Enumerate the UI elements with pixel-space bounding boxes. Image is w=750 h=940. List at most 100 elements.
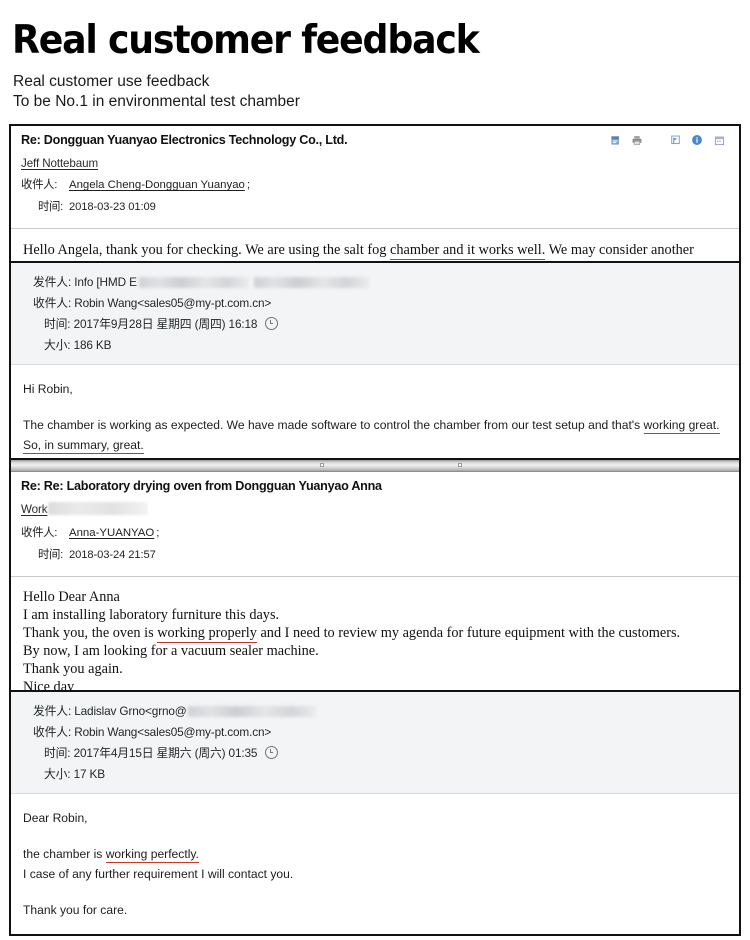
email-size-value: 186 KB (73, 338, 112, 352)
subtitle-line-1: Real customer use feedback (13, 73, 210, 90)
body-line: By now, I am looking for a vacuum sealer… (23, 642, 727, 660)
body-text: By now, I am looking for a vacuum sealer… (23, 643, 319, 659)
splitter-grip-dot (321, 464, 323, 466)
body-line: Thank you, the oven is working properly … (23, 624, 727, 643)
body-text: Thank you for care. (23, 903, 128, 917)
redacted-sender (48, 502, 149, 516)
clock-icon (265, 746, 279, 759)
email-from-label: 发件人: (33, 275, 72, 289)
email-to-semicolon: ; (156, 527, 160, 539)
email-to-value[interactable]: Anna-YUANYAO (69, 527, 154, 539)
page-title: Real customer feedback (12, 18, 480, 63)
subtitle-line-2: To be No.1 in environmental test chamber (13, 93, 300, 110)
redacted-sender (187, 706, 316, 718)
email-to-label: 收件人: (21, 179, 58, 191)
body-highlight: working great. (643, 418, 720, 434)
email-from-value[interactable]: Work (21, 503, 48, 516)
email-time-value: 2018-03-24 21:57 (69, 549, 156, 561)
email-to-row: 收件人: Robin Wang<sales05@my-pt.com.cn> (11, 293, 739, 314)
email-from-row: Work (21, 500, 729, 518)
email-time-label: 时间: (44, 317, 71, 331)
body-text: the chamber is (23, 847, 106, 861)
email-time-row: 时间: 2017年4月15日 星期六 (周六) 01:35 (11, 743, 739, 764)
info-icon[interactable] (686, 133, 708, 147)
email-to-label: 收件人: (33, 725, 72, 739)
body-line: Hi Robin, (23, 379, 727, 399)
email-size-label: 大小: (44, 767, 71, 781)
body-highlight: chamber and it works well. (390, 242, 546, 260)
body-blank-line (23, 828, 727, 844)
splitter-grip-dot (459, 464, 461, 466)
email-to-value: Robin Wang<sales05@my-pt.com.cn> (74, 725, 272, 739)
email-time-label: 时间: (37, 201, 63, 213)
body-line: the chamber is working perfectly. (23, 844, 727, 864)
body-line: Hello Dear Anna (23, 588, 727, 606)
body-highlight: working properly (157, 625, 257, 643)
email-from-value: Ladislav Grno<grno@ (74, 704, 187, 718)
email-time-value: 2018-03-23 01:09 (69, 201, 156, 213)
email-to-label: 收件人: (21, 527, 58, 539)
body-text: Hi Robin, (23, 382, 73, 396)
body-line: I am installing laboratory furniture thi… (23, 606, 727, 624)
email-to-row: 收件人: Angela Cheng-Dongguan Yuanyao; (21, 176, 729, 192)
body-highlight: working perfectly. (105, 847, 199, 863)
email-to-label: 收件人: (33, 296, 72, 310)
email-time-value: 2017年4月15日 星期六 (周六) 01:35 (73, 746, 258, 760)
email-time-row: 时间: 2018-03-23 01:09 (21, 198, 729, 214)
clock-icon (265, 317, 279, 330)
window-splitter-bar[interactable] (11, 460, 739, 472)
email-from-label: 发件人: (33, 704, 72, 718)
email-header-2: 发件人: Info [HMD E 收件人: Robin Wang<sales05… (11, 263, 739, 365)
email-from-row: Jeff Nottebaum (21, 154, 729, 176)
redacted-sender-part-a (138, 277, 249, 289)
body-text: Hello Angela, thank you for checking. We… (23, 242, 391, 258)
email-toolbar-icons (604, 133, 730, 147)
email-to-row: 收件人: Robin Wang<sales05@my-pt.com.cn> (11, 722, 739, 743)
email-card-4: 发件人: Ladislav Grno<grno@ 收件人: Robin Wang… (9, 690, 741, 936)
body-line: Thank you for care. (23, 900, 727, 920)
email-body-4: Dear Robin, the chamber is working perfe… (11, 794, 739, 934)
body-text: Dear Robin, (23, 811, 88, 825)
body-line: The chamber is working as expected. We h… (23, 415, 727, 435)
body-blank-line (23, 399, 727, 415)
email-time-value: 2017年9月28日 星期四 (周四) 16:18 (73, 317, 258, 331)
body-line: I case of any further requirement I will… (23, 864, 727, 884)
body-text: Thank you, the oven is (23, 625, 158, 641)
body-text: Hello Dear Anna (23, 589, 120, 605)
attachment-icon[interactable] (604, 133, 626, 147)
body-text: and I need to review my agenda for futur… (256, 625, 681, 641)
flag-icon[interactable] (664, 133, 686, 147)
email-to-value[interactable]: Angela Cheng-Dongguan Yuanyao (69, 179, 245, 191)
body-blank-line (23, 884, 727, 900)
email-header-1: Re: Dongguan Yuanyao Electronics Technol… (11, 126, 739, 229)
email-size-label: 大小: (44, 338, 71, 352)
body-highlight: So, in summary, great. (23, 438, 144, 454)
body-line: Dear Robin, (23, 808, 727, 828)
email-subject: Re: Re: Laboratory drying oven from Dong… (21, 479, 382, 493)
body-text: Thank you again. (23, 661, 123, 677)
email-header-4: 发件人: Ladislav Grno<grno@ 收件人: Robin Wang… (11, 692, 739, 794)
email-time-row: 时间: 2017年9月28日 星期四 (周四) 16:18 (11, 314, 739, 335)
email-to-value-wrap: Anna-YUANYAO; (69, 527, 159, 539)
email-header-3: Re: Re: Laboratory drying oven from Dong… (11, 472, 739, 577)
email-size-row: 大小: 186 KB (11, 335, 739, 356)
calendar-icon[interactable] (708, 133, 730, 147)
email-to-semicolon: ; (246, 179, 251, 191)
redacted-sender-part-b (253, 277, 369, 289)
email-to-value: Robin Wang<sales05@my-pt.com.cn> (74, 296, 272, 310)
email-time-label: 时间: (37, 549, 63, 561)
email-time-row: 时间: 2018-03-24 21:57 (21, 546, 729, 562)
feedback-page: Real customer feedback Real customer use… (0, 0, 750, 940)
body-line: Thank you again. (23, 660, 727, 678)
body-line: So, in summary, great. (23, 435, 727, 455)
email-from-row: 发件人: Ladislav Grno<grno@ (11, 701, 739, 722)
body-text: I case of any further requirement I will… (23, 867, 294, 881)
body-text: The chamber is working as expected. We h… (23, 418, 644, 432)
email-from-value: Info [HMD E (74, 275, 137, 289)
email-to-value-wrap: Angela Cheng-Dongguan Yuanyao; (69, 179, 250, 191)
print-icon[interactable] (626, 133, 648, 147)
email-to-row: 收件人: Anna-YUANYAO; (21, 524, 729, 540)
body-text: I am installing laboratory furniture thi… (23, 607, 280, 623)
email-from-value[interactable]: Jeff Nottebaum (21, 157, 98, 170)
email-time-label: 时间: (44, 746, 71, 760)
